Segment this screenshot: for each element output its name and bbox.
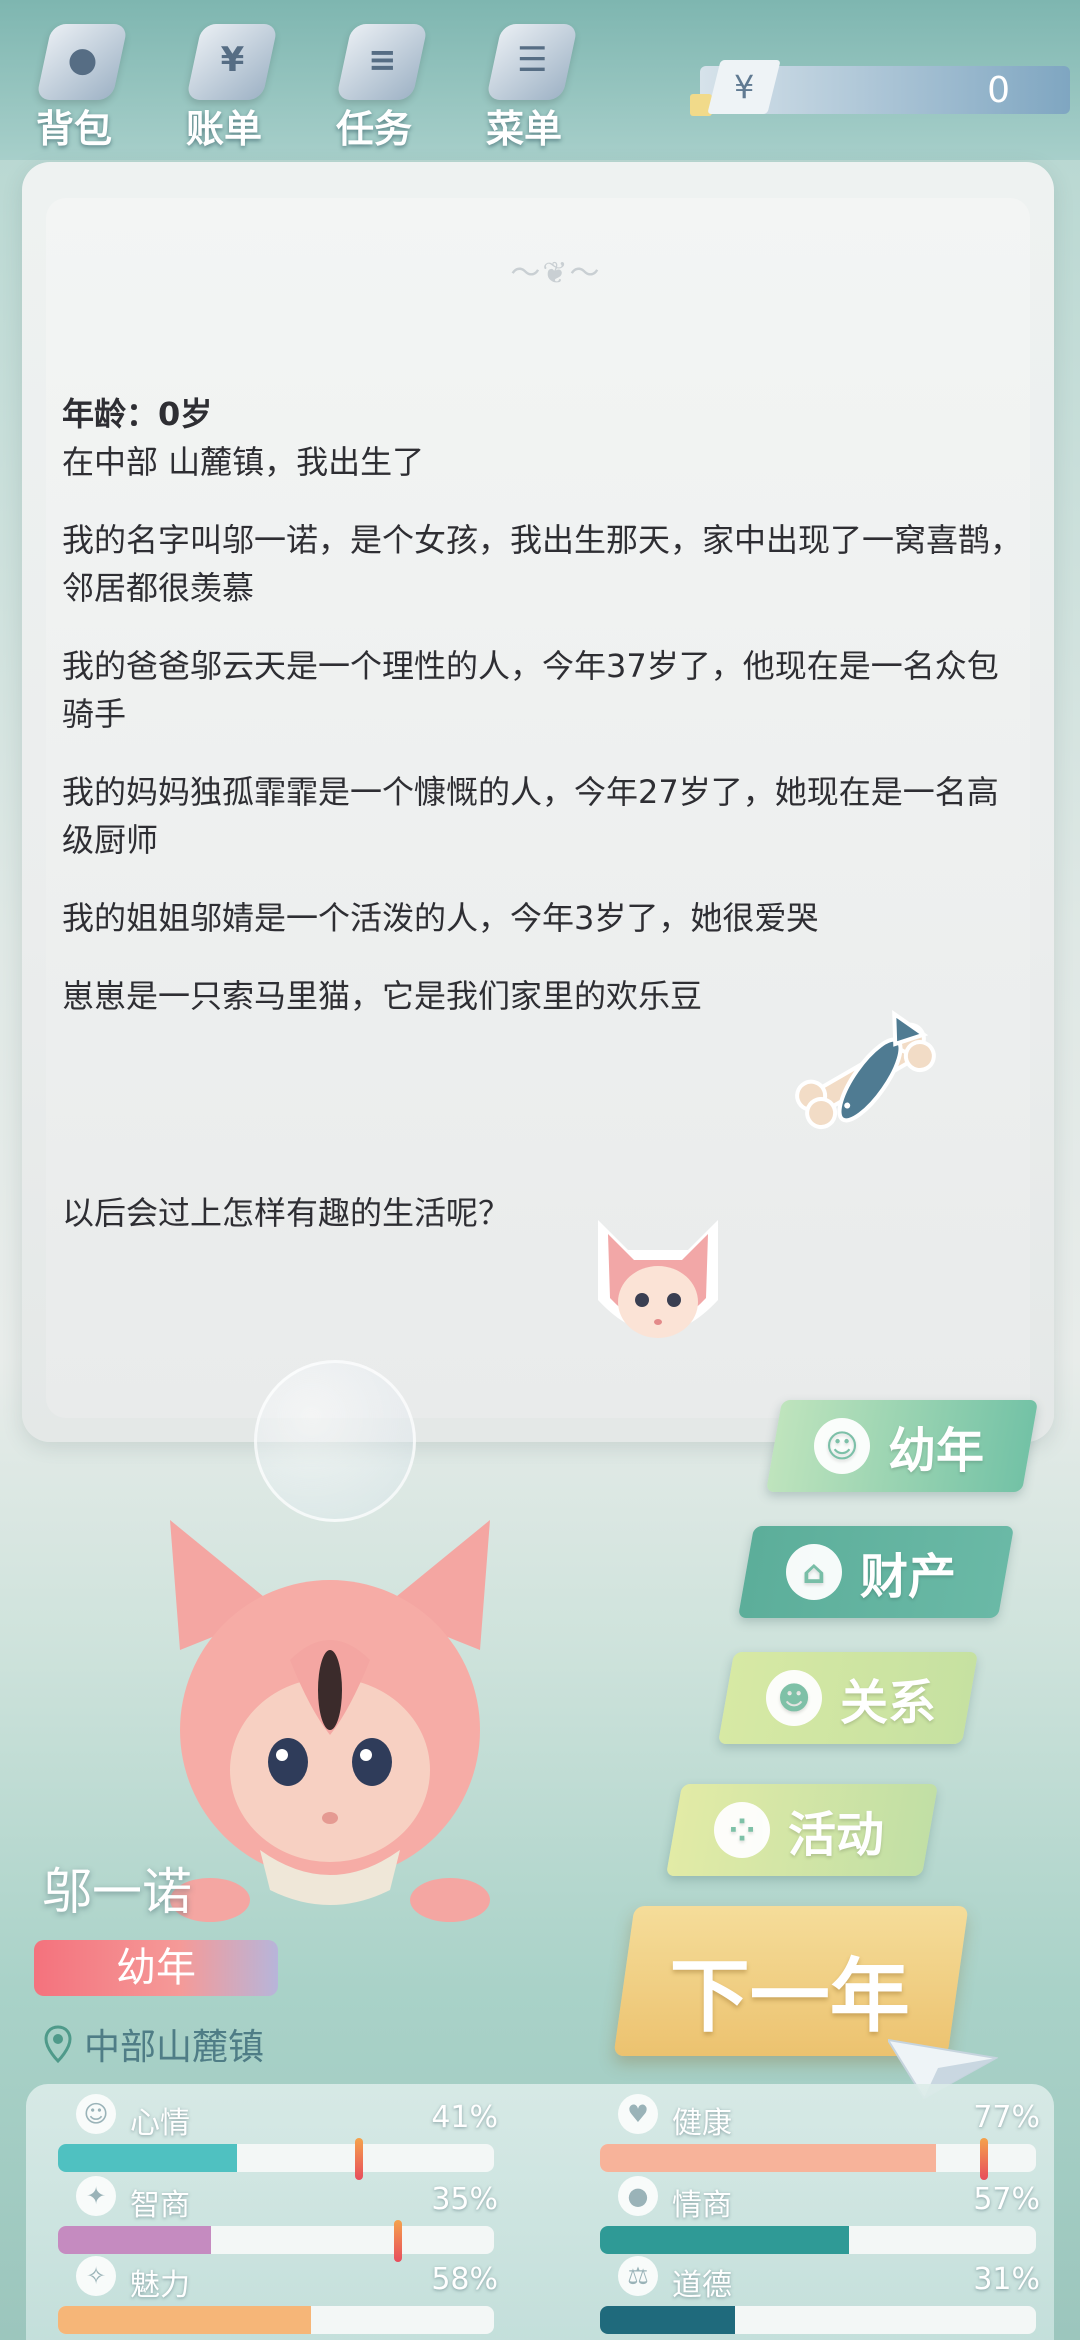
location-label: 中部山麓镇 bbox=[44, 2018, 264, 2070]
stat-percent: 31% bbox=[973, 2262, 1040, 2297]
menu-icon: ☰ bbox=[485, 24, 579, 100]
stat-percent: 58% bbox=[431, 2262, 498, 2297]
property-button[interactable]: ⌂ 财产 bbox=[737, 1526, 1015, 1618]
stat-eq: ● 情商 57% bbox=[600, 2176, 1040, 2256]
age-line: 年龄：0岁 bbox=[62, 395, 213, 433]
activity-icon: ⁘ bbox=[714, 1802, 770, 1858]
stat-name: 健康 bbox=[672, 2106, 732, 2141]
mood-icon: ☺ bbox=[76, 2094, 116, 2134]
health-icon: ♥ bbox=[618, 2094, 658, 2134]
stat-name: 道德 bbox=[672, 2268, 732, 2303]
stat-name: 魅力 bbox=[130, 2268, 190, 2303]
stat-health: ♥ 健康 77% bbox=[600, 2094, 1040, 2180]
task-button[interactable]: ≡ 任务 bbox=[314, 10, 434, 151]
stat-bar-fill bbox=[600, 2144, 936, 2172]
backpack-button[interactable]: ● 背包 bbox=[14, 10, 134, 151]
stat-bar bbox=[58, 2306, 494, 2334]
story-paragraph: 在中部 山麓镇，我出生了 bbox=[62, 443, 425, 481]
stat-bar-fill bbox=[58, 2226, 211, 2254]
stat-bar bbox=[600, 2226, 1036, 2254]
stat-name: 心情 bbox=[130, 2106, 190, 2141]
location-pin-icon bbox=[44, 2025, 72, 2063]
charm-icon: ✧ bbox=[76, 2256, 116, 2296]
people-icon: ☻ bbox=[766, 1670, 822, 1726]
menu-label: 菜单 bbox=[485, 107, 562, 151]
yen-icon: ¥ bbox=[707, 60, 781, 114]
backpack-icon: ● bbox=[35, 24, 129, 100]
story-paragraph: 我的姐姐邬婧是一个活泼的人，今年3岁了，她很爱哭 bbox=[62, 899, 819, 937]
bill-button[interactable]: ¥ 账单 bbox=[164, 10, 284, 151]
stat-bar bbox=[600, 2306, 1036, 2334]
story-paragraph: 我的妈妈独孤霏霏是一个慷慨的人，今年27岁了，她现在是一名高级厨师 bbox=[62, 773, 999, 859]
menu-button[interactable]: ☰ 菜单 bbox=[464, 10, 584, 151]
bill-icon: ¥ bbox=[185, 24, 279, 100]
stat-marker bbox=[394, 2220, 403, 2262]
stat-bar bbox=[58, 2226, 494, 2254]
backpack-label: 背包 bbox=[35, 107, 112, 151]
stat-mood: ☺ 心情 41% bbox=[58, 2094, 498, 2180]
money-display: ¥ 0 bbox=[690, 60, 1070, 116]
house-icon: ⌂ bbox=[786, 1544, 842, 1600]
stat-marker bbox=[979, 2138, 988, 2180]
stat-charm: ✧ 魅力 58% bbox=[58, 2256, 498, 2336]
stage-button-label: 幼年 bbox=[888, 1423, 985, 1479]
story-card: 〜❦〜 年龄：0岁 在中部 山麓镇，我出生了 我的名字叫邬一诺，是个女孩，我出生… bbox=[22, 162, 1054, 1442]
story-question: 以后会过上怎样有趣的生活呢？ bbox=[62, 1194, 511, 1232]
property-button-label: 财产 bbox=[860, 1549, 957, 1605]
relation-button[interactable]: ☻ 关系 bbox=[717, 1652, 979, 1744]
eq-icon: ● bbox=[618, 2176, 658, 2216]
activity-button[interactable]: ⁘ 活动 bbox=[665, 1784, 939, 1876]
task-icon: ≡ bbox=[335, 24, 429, 100]
stat-percent: 35% bbox=[431, 2182, 498, 2217]
stage-badge: 幼年 bbox=[34, 1940, 278, 1996]
ornament-icon: 〜❦〜 bbox=[510, 256, 602, 291]
character-name: 邬一诺 bbox=[42, 1863, 192, 1921]
stat-bar bbox=[600, 2144, 1036, 2172]
story-paragraph: 我的名字叫邬一诺，是个女孩，我出生那天，家中出现了一窝喜鹊，邻居都很羡慕 bbox=[62, 521, 1023, 607]
stat-bar-fill bbox=[58, 2144, 237, 2172]
stat-percent: 41% bbox=[431, 2100, 498, 2135]
baby-icon: ☺ bbox=[814, 1418, 870, 1474]
stat-name: 智商 bbox=[130, 2188, 190, 2223]
task-label: 任务 bbox=[335, 107, 412, 151]
stat-bar-fill bbox=[600, 2226, 849, 2254]
bone-fish-sticker-icon bbox=[795, 1010, 936, 1130]
stage-button[interactable]: ☺ 幼年 bbox=[765, 1400, 1039, 1492]
stat-percent: 77% bbox=[973, 2100, 1040, 2135]
stat-percent: 57% bbox=[973, 2182, 1040, 2217]
stat-iq: ✦ 智商 35% bbox=[58, 2176, 498, 2262]
stat-bar-fill bbox=[58, 2306, 311, 2334]
character-avatar[interactable] bbox=[140, 1500, 520, 1940]
story-paragraph: 我的爸爸邬云天是一个理性的人，今年37岁了，他现在是一名众包骑手 bbox=[62, 647, 999, 733]
stat-name: 情商 bbox=[672, 2188, 732, 2223]
iq-icon: ✦ bbox=[76, 2176, 116, 2216]
morality-icon: ⚖ bbox=[618, 2256, 658, 2296]
stat-marker bbox=[354, 2138, 363, 2180]
relation-button-label: 关系 bbox=[840, 1675, 937, 1731]
location-text: 中部山麓镇 bbox=[84, 2027, 265, 2068]
money-value: 0 bbox=[987, 70, 1010, 111]
bill-label: 账单 bbox=[185, 107, 262, 151]
stat-bar-fill bbox=[600, 2306, 736, 2334]
stats-panel: ☺ 心情 41% ♥ 健康 77% ✦ 智商 35% ● 情商 57% ✧ 魅力… bbox=[26, 2084, 1054, 2340]
baby-face-sticker-icon bbox=[598, 1220, 718, 1338]
bubble-decoration bbox=[254, 1360, 416, 1522]
stat-bar bbox=[58, 2144, 494, 2172]
activity-button-label: 活动 bbox=[788, 1807, 885, 1863]
stat-morality: ⚖ 道德 31% bbox=[600, 2256, 1040, 2336]
story-text: 年龄：0岁 在中部 山麓镇，我出生了 我的名字叫邬一诺，是个女孩，我出生那天，家… bbox=[62, 390, 1022, 1050]
